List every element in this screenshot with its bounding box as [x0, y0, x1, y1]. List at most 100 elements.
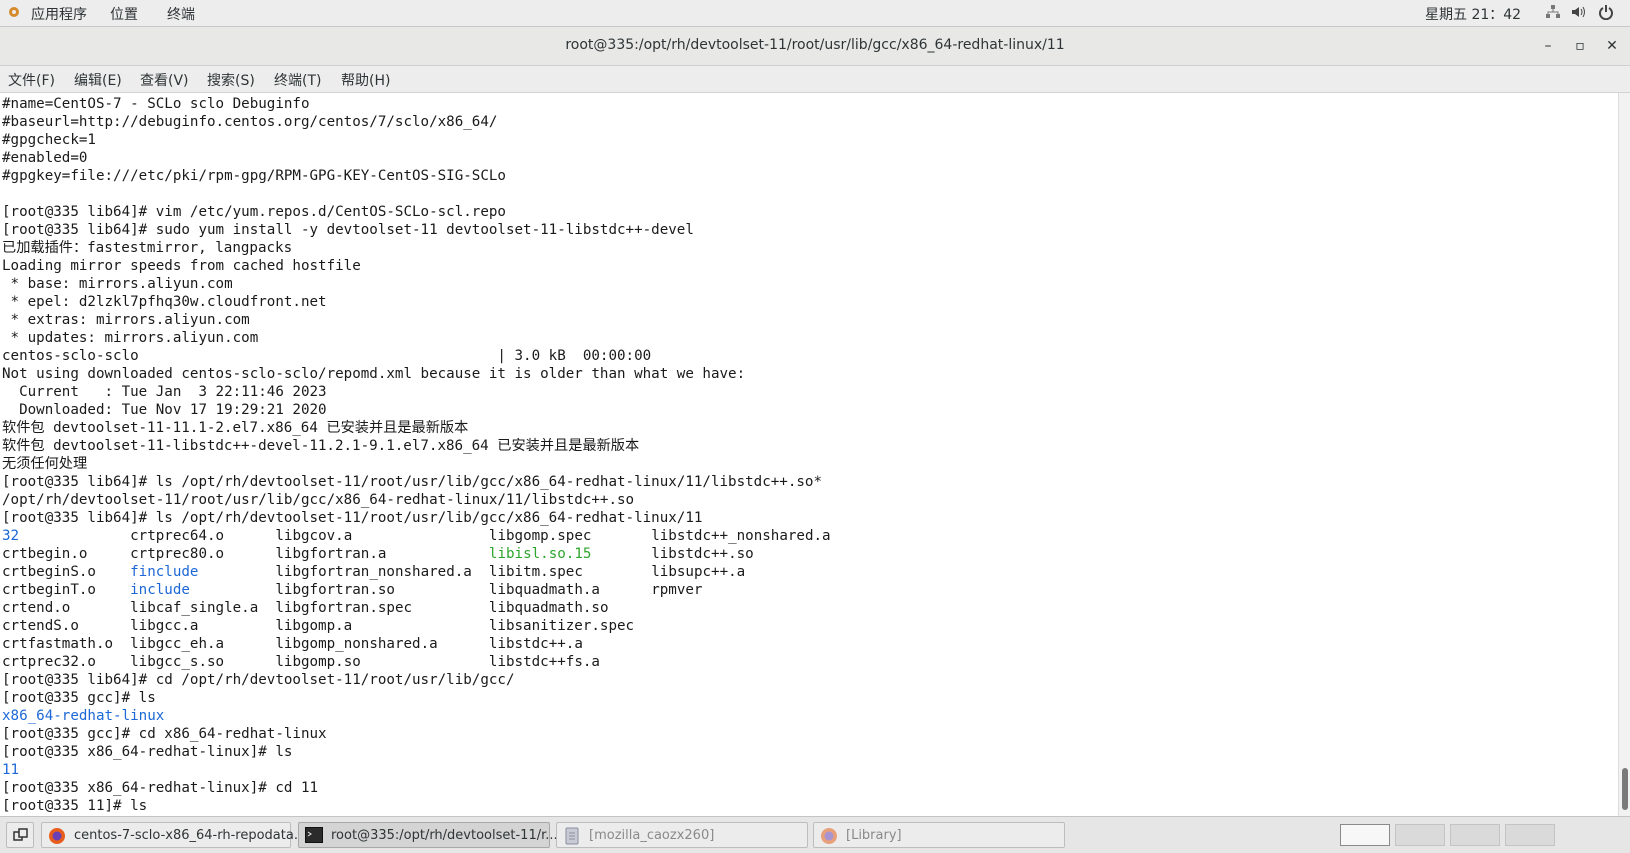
listing-entry: libstdc++.so [651, 546, 754, 562]
terminal-output[interactable]: #name=CentOS-7 - SCLo sclo Debuginfo #ba… [2, 95, 831, 815]
terminal-line: /opt/rh/devtoolset-11/root/usr/lib/gcc/x… [2, 492, 635, 508]
terminal-line: #enabled=0 [2, 150, 88, 166]
terminal-line: [root@335 lib64]# ls /opt/rh/devtoolset-… [2, 474, 822, 490]
network-icon[interactable] [1545, 4, 1561, 24]
terminal-line: centos-sclo-sclo | 3.0 kB 00:00:00 [2, 348, 652, 364]
workspace-1[interactable] [1340, 824, 1390, 846]
terminal-line: Current : Tue Jan 3 22:11:46 2023 [2, 384, 327, 400]
clock[interactable]: 星期五 21：42 [1425, 4, 1521, 24]
listing-entry: crtprec64.o [130, 528, 225, 544]
file-manager-icon [563, 827, 581, 845]
task-label: centos-7-sclo-x86_64-rh-repodata... [74, 828, 307, 843]
scrollbar[interactable] [1618, 93, 1630, 816]
firefox-icon [48, 827, 66, 844]
terminal-line: 软件包 devtoolset-11-11.1-2.el7.x86_64 已安装并… [2, 420, 469, 436]
terminal-line: [root@335 x86_64-redhat-linux]# cd 11 [2, 780, 319, 796]
terminal-line: Loading mirror speeds from cached hostfi… [2, 258, 361, 274]
listing-entry: libisl.so.15 [488, 546, 592, 562]
terminal-line: [root@335 lib64]# cd /opt/rh/devtoolset-… [2, 672, 515, 688]
listing-entry: libgomp.a [275, 618, 353, 634]
listing-entry: libquadmath.so [488, 600, 609, 616]
listing-entry: libgomp.spec [488, 528, 592, 544]
listing-entry: libgfortran_nonshared.a [275, 564, 472, 580]
listing-entry: libstdc++.a [488, 636, 583, 652]
terminal-line: [root@335 gcc]# cd x86_64-redhat-linux [2, 726, 327, 742]
show-desktop-icon [13, 828, 29, 846]
listing-entry: libquadmath.a [488, 582, 600, 598]
terminal-line: #baseurl=http://debuginfo.centos.org/cen… [2, 114, 498, 130]
listing-entry: libgomp_nonshared.a [275, 636, 438, 652]
terminal-line: Not using downloaded centos-sclo-sclo/re… [2, 366, 746, 382]
task-firefox-repodata[interactable]: centos-7-sclo-x86_64-rh-repodata... [41, 822, 306, 848]
terminal-line: * updates: mirrors.aliyun.com [2, 330, 259, 346]
listing-entry: libgcc_s.so [130, 654, 225, 670]
terminal-area[interactable]: #name=CentOS-7 - SCLo sclo Debuginfo #ba… [0, 93, 1618, 816]
listing-entry: libgcc_eh.a [130, 636, 225, 652]
terminal-app-menu[interactable]: 终端 [167, 4, 195, 24]
task-file-manager[interactable]: [mozilla_caozx260] [556, 822, 808, 848]
listing-entry: crtfastmath.o [2, 636, 114, 652]
listing-entry: include [130, 582, 190, 598]
task-firefox-library[interactable]: [Library] [813, 822, 1065, 848]
listing-entry: crtbeginS.o [2, 564, 96, 580]
listing-entry: crtprec32.o [2, 654, 96, 670]
listing-entry: 32 [2, 528, 20, 544]
top-panel: 应用程序 位置 终端 星期五 21：42 [0, 0, 1630, 27]
listing-entry: libgcov.a [275, 528, 353, 544]
minimize-button[interactable]: – [1537, 35, 1559, 57]
listing-entry: libsanitizer.spec [488, 618, 635, 634]
terminal-line: [root@335 lib64]# sudo yum install -y de… [2, 222, 694, 238]
places-menu[interactable]: 位置 [110, 4, 138, 24]
terminal-line: [root@335 x86_64-redhat-linux]# ls [2, 744, 293, 760]
task-terminal[interactable]: root@335:/opt/rh/devtoolset-11/r... [298, 822, 558, 848]
workspace-2[interactable] [1395, 824, 1445, 846]
volume-icon[interactable] [1570, 4, 1586, 24]
maximize-button[interactable]: ▫ [1569, 35, 1591, 57]
task-label: [mozilla_caozx260] [589, 828, 715, 843]
terminal-line: * epel: d2lzkl7pfhq30w.cloudfront.net [2, 294, 327, 310]
task-label: [Library] [846, 828, 902, 843]
terminal-line: #gpgkey=file:///etc/pki/rpm-gpg/RPM-GPG-… [2, 168, 506, 184]
close-button[interactable]: ✕ [1601, 35, 1623, 57]
listing-entry: crtendS.o [2, 618, 79, 634]
terminal-line: 已加载插件：fastestmirror, langpacks [2, 240, 293, 256]
power-icon[interactable] [1598, 4, 1614, 24]
workspace-4[interactable] [1505, 824, 1555, 846]
listing-entry: crtbeginT.o [2, 582, 96, 598]
workspace-3[interactable] [1450, 824, 1500, 846]
terminal-line: [root@335 11]# ls [2, 798, 148, 814]
listing-entry: libgfortran.a [275, 546, 387, 562]
terminal-line: #gpgcheck=1 [2, 132, 96, 148]
menu-search[interactable]: 搜索(S) [207, 70, 255, 90]
scrollbar-thumb[interactable] [1622, 768, 1628, 810]
applications-menu[interactable]: 应用程序 [31, 4, 87, 24]
taskbar: centos-7-sclo-x86_64-rh-repodata... root… [0, 816, 1630, 853]
terminal-line: * base: mirrors.aliyun.com [2, 276, 233, 292]
listing-entry: crtend.o [2, 600, 71, 616]
listing-entry: libgcc.a [130, 618, 199, 634]
terminal-line: [root@335 gcc]# ls [2, 690, 156, 706]
listing-entry: libsupc++.a [651, 564, 746, 580]
terminal-line: [root@335 lib64]# vim /etc/yum.repos.d/C… [2, 204, 506, 220]
show-desktop-button[interactable] [6, 822, 34, 848]
menu-edit[interactable]: 编辑(E) [74, 70, 122, 90]
apps-icon [8, 6, 20, 18]
terminal-line: [root@335 lib64]# ls /opt/rh/devtoolset-… [2, 510, 703, 526]
listing-entry: crtprec80.o [130, 546, 225, 562]
terminal-line: 11 [2, 762, 20, 778]
firefox-icon [820, 827, 838, 844]
listing-entry: finclude [130, 564, 199, 580]
menu-view[interactable]: 查看(V) [140, 70, 189, 90]
listing-entry: libgfortran.so [275, 582, 395, 598]
window-titlebar[interactable]: root@335:/opt/rh/devtoolset-11/root/usr/… [0, 27, 1630, 66]
terminal-line: Downloaded: Tue Nov 17 19:29:21 2020 [2, 402, 327, 418]
menu-file[interactable]: 文件(F) [8, 70, 55, 90]
listing-entry: crtbegin.o [2, 546, 88, 562]
listing-entry: libcaf_single.a [130, 600, 259, 616]
task-label: root@335:/opt/rh/devtoolset-11/r... [331, 828, 558, 843]
menu-help[interactable]: 帮助(H) [341, 70, 390, 90]
listing-entry: rpmver [651, 582, 703, 598]
terminal-line: x86_64-redhat-linux [2, 708, 165, 724]
terminal-line: 无须任何处理 [2, 456, 88, 472]
menu-terminal[interactable]: 终端(T) [274, 70, 321, 90]
